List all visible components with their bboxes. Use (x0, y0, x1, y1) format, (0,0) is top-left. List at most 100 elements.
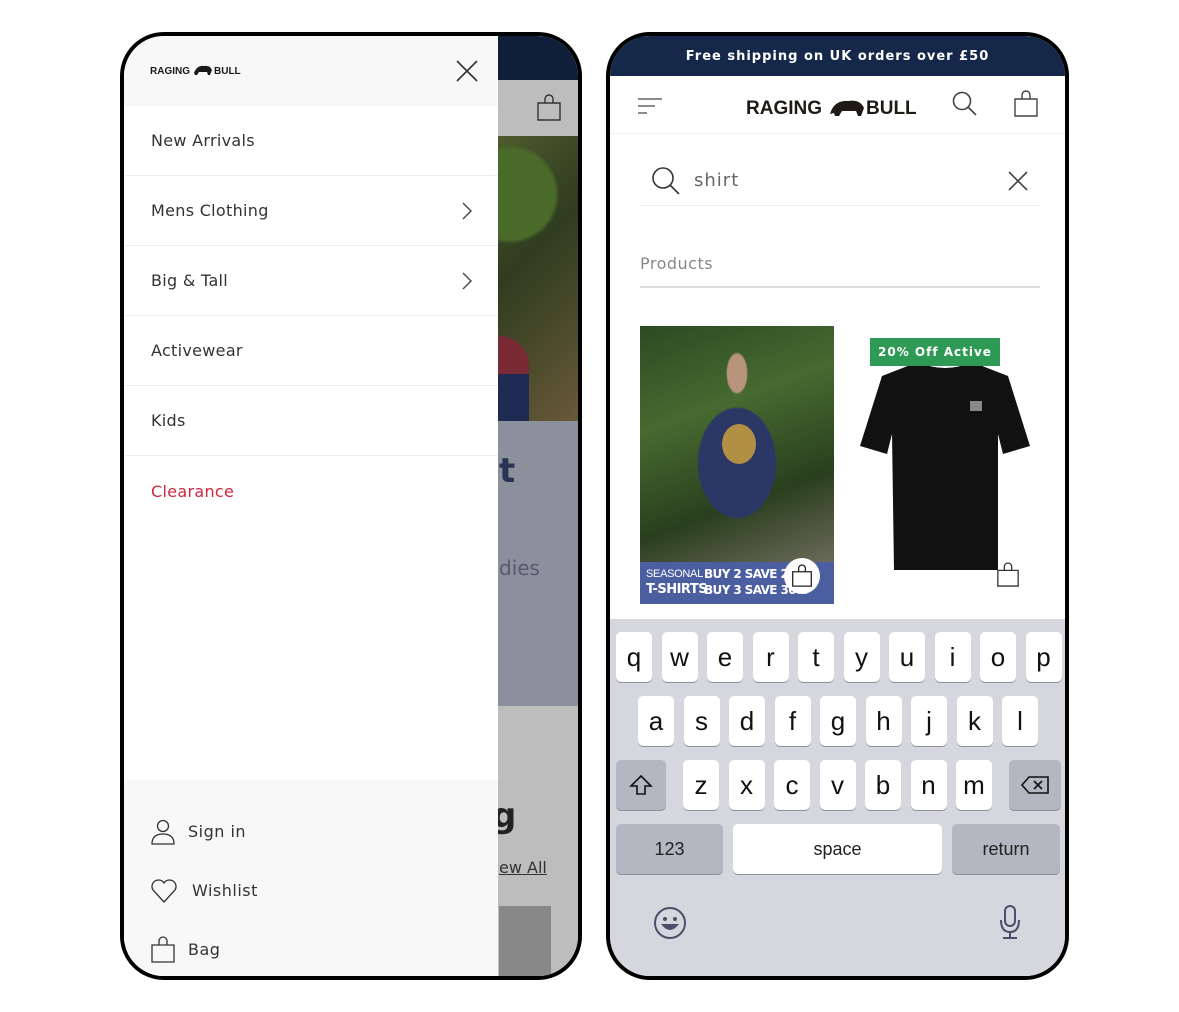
bag-icon[interactable] (1013, 90, 1039, 118)
key-f[interactable]: f (774, 696, 811, 746)
product-image (860, 362, 1030, 570)
chevron-right-icon (462, 202, 472, 219)
key-h[interactable]: h (865, 696, 902, 746)
user-icon (151, 819, 175, 845)
key-b[interactable]: b (865, 760, 901, 810)
key-r[interactable]: r (752, 632, 789, 682)
key-v[interactable]: v (819, 760, 856, 810)
search-icon (652, 166, 680, 195)
shirt-print-graphic (722, 424, 756, 464)
product-card[interactable]: SEASONAL T-SHIRTS BUY 2 SAVE 20% BUY 3 S… (640, 326, 834, 606)
key-s[interactable]: s (683, 696, 720, 746)
bull-icon (194, 65, 212, 75)
key-m[interactable]: m (956, 760, 992, 810)
bag-icon (151, 935, 175, 963)
shift-key[interactable] (616, 760, 666, 810)
key-p[interactable]: p (1025, 632, 1062, 682)
background-promo-subtitle: dies (499, 556, 540, 580)
key-q[interactable]: q (616, 632, 652, 682)
products-divider (640, 286, 1040, 288)
bull-icon (830, 100, 864, 116)
sign-in-label: Sign in (188, 822, 247, 841)
left-phone-screen: t dies g ew All RAGING BULL New Arrivals (120, 32, 582, 980)
menu-item-activewear[interactable]: Activewear (124, 316, 498, 386)
key-e[interactable]: e (707, 632, 743, 682)
return-key[interactable]: return (952, 824, 1060, 874)
bag-icon[interactable] (536, 94, 562, 122)
key-w[interactable]: w (661, 632, 698, 682)
key-d[interactable]: d (729, 696, 765, 746)
key-u[interactable]: u (889, 632, 925, 682)
brand-logo[interactable]: RAGING BULL (150, 62, 246, 78)
bag-icon (792, 564, 812, 587)
menu-item-kids[interactable]: Kids (124, 386, 498, 456)
shift-icon (629, 774, 653, 795)
key-l[interactable]: l (1002, 696, 1038, 746)
key-i[interactable]: i (934, 632, 971, 682)
menu-item-label: Activewear (151, 341, 243, 360)
heart-icon (151, 878, 177, 903)
close-icon[interactable] (454, 58, 480, 84)
backspace-key[interactable] (1009, 760, 1061, 810)
menu-item-mens-clothing[interactable]: Mens Clothing (124, 176, 498, 246)
emoji-icon[interactable] (653, 906, 687, 940)
menu-item-big-tall[interactable]: Big & Tall (124, 246, 498, 316)
drawer-menu: New Arrivals Mens Clothing Big & Tall Ac… (124, 106, 498, 526)
search-input[interactable] (682, 170, 1006, 191)
drawer-header: RAGING BULL (124, 36, 498, 106)
on-screen-keyboard: qwertyuiop asdfghjkl zxcvbnm 123 space r… (610, 619, 1065, 976)
key-z[interactable]: z (683, 760, 719, 810)
bag-link[interactable]: Bag (124, 920, 498, 976)
key-k[interactable]: k (956, 696, 993, 746)
key-j[interactable]: j (911, 696, 947, 746)
menu-item-label: Mens Clothing (151, 201, 269, 220)
promo-bar: Free shipping on UK orders over £50 (610, 36, 1065, 76)
discount-badge: 20% Off Active (870, 338, 1000, 366)
background-promo-title: t (499, 451, 516, 491)
shirt-logo (970, 401, 982, 411)
add-to-bag-button[interactable] (784, 558, 820, 594)
wishlist-link[interactable]: Wishlist (124, 861, 498, 920)
microphone-icon[interactable] (998, 904, 1022, 940)
menu-item-label: Big & Tall (151, 271, 229, 290)
bag-label: Bag (188, 940, 221, 959)
wishlist-label: Wishlist (192, 881, 258, 900)
bag-icon[interactable] (996, 562, 1020, 588)
numbers-key[interactable]: 123 (616, 824, 723, 874)
drawer-footer: Sign in Wishlist Bag (124, 780, 498, 976)
brand-logo[interactable]: RAGING BULL (746, 92, 932, 120)
brand-logo-text-right: BULL (214, 66, 241, 77)
sign-in-link[interactable]: Sign in (124, 802, 498, 861)
space-key[interactable]: space (733, 824, 942, 874)
menu-item-new-arrivals[interactable]: New Arrivals (124, 106, 498, 176)
brand-logo-text-left: RAGING (746, 98, 822, 119)
promo-banner-text: T-SHIRTS (646, 582, 708, 597)
right-phone-screen: Free shipping on UK orders over £50 RAGI… (606, 32, 1069, 980)
site-header: RAGING BULL (610, 76, 1065, 134)
key-g[interactable]: g (820, 696, 856, 746)
menu-item-label: Clearance (151, 481, 235, 501)
menu-item-label: New Arrivals (151, 131, 255, 150)
key-a[interactable]: a (638, 696, 674, 746)
key-y[interactable]: y (843, 632, 880, 682)
menu-item-clearance[interactable]: Clearance (124, 456, 498, 526)
brand-logo-text-right: BULL (866, 98, 917, 119)
chevron-right-icon (462, 272, 472, 289)
key-t[interactable]: t (798, 632, 834, 682)
backspace-icon (1020, 776, 1049, 794)
product-image (640, 326, 834, 562)
key-x[interactable]: x (728, 760, 765, 810)
nav-drawer: RAGING BULL New Arrivals Mens Clothing B… (124, 36, 498, 976)
search-icon[interactable] (951, 90, 979, 118)
clear-search-icon[interactable] (1006, 169, 1030, 193)
key-n[interactable]: n (910, 760, 947, 810)
promo-banner-text: SEASONAL (646, 568, 703, 580)
product-card[interactable]: 20% Off Active (848, 326, 1042, 606)
hamburger-icon[interactable] (636, 96, 664, 116)
key-c[interactable]: c (774, 760, 810, 810)
background-product-tile (499, 906, 551, 976)
search-bar (640, 156, 1040, 206)
key-o[interactable]: o (980, 632, 1016, 682)
menu-item-label: Kids (151, 411, 186, 430)
background-view-all-link[interactable]: ew All (499, 858, 547, 877)
